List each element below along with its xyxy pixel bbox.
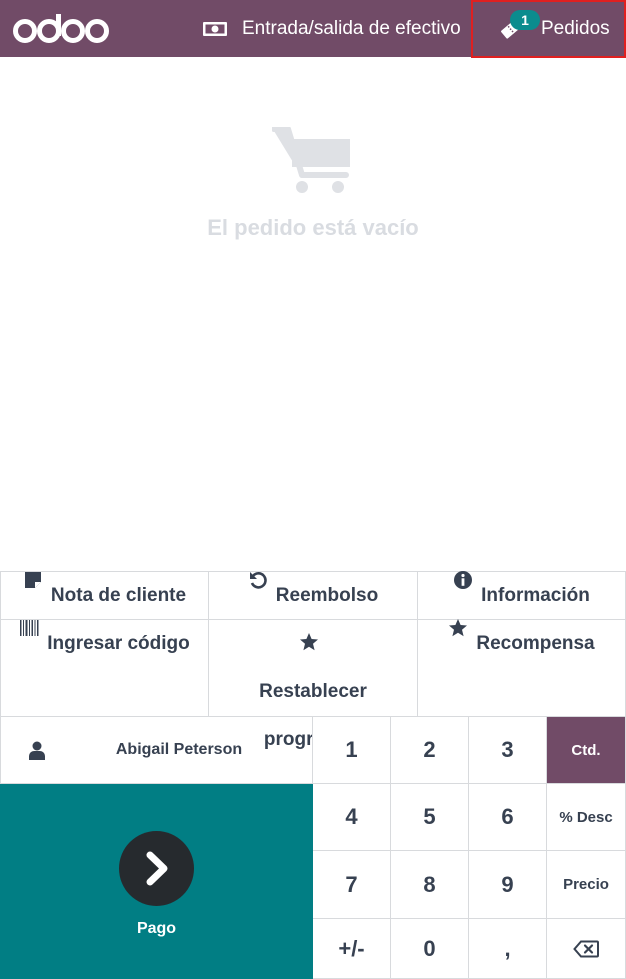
reward-label: Recompensa xyxy=(476,633,595,654)
order-panel: El pedido está vacío xyxy=(0,57,626,571)
numpad-key-0[interactable]: 0 xyxy=(391,919,469,979)
numpad-key-2[interactable]: 2 xyxy=(391,716,469,784)
numpad-mode-quantity[interactable]: Ctd. xyxy=(547,716,626,784)
undo-icon xyxy=(249,572,267,589)
odoo-logo xyxy=(13,14,109,43)
numpad-key-5[interactable]: 5 xyxy=(391,784,469,851)
orders-button[interactable]: 1 Pedidos xyxy=(471,0,626,58)
payment-circle xyxy=(119,831,194,906)
customer-name: Abigail Peterson xyxy=(115,741,243,758)
sticky-note-icon xyxy=(24,572,41,588)
numpad-key-3[interactable]: 3 xyxy=(469,716,547,784)
payment-button[interactable]: Pago xyxy=(0,784,313,979)
customer-note-button[interactable]: Nota de cliente xyxy=(0,572,209,620)
numpad-mode-price[interactable]: Precio xyxy=(547,851,626,919)
numpad-key-7[interactable]: 7 xyxy=(313,851,391,919)
info-circle-icon xyxy=(454,571,473,589)
shopping-cart-icon xyxy=(272,127,350,193)
backspace-icon xyxy=(573,940,599,957)
numpad-key-comma[interactable]: , xyxy=(469,919,547,979)
refund-button[interactable]: Reembolso xyxy=(209,572,418,620)
empty-order-message: El pedido está vacío xyxy=(207,215,419,240)
enter-code-label: Ingresar código xyxy=(47,633,190,654)
customer-button[interactable]: Abigail Peterson xyxy=(0,716,313,784)
barcode-icon xyxy=(20,620,39,636)
control-buttons: Nota de cliente Reembolso Información In… xyxy=(0,571,626,750)
info-button[interactable]: Información xyxy=(418,571,626,620)
money-icon xyxy=(203,21,227,36)
user-icon xyxy=(29,741,45,760)
star-icon xyxy=(300,632,318,651)
orders-label: Pedidos xyxy=(541,18,610,39)
reset-programs-button[interactable]: Restablecer programas xyxy=(209,620,418,750)
reward-button[interactable]: Recompensa xyxy=(418,619,626,717)
chevron-right-icon xyxy=(146,851,168,886)
cash-in-out-button[interactable]: Entrada/salida de efectivo xyxy=(196,0,461,57)
cash-in-out-label: Entrada/salida de efectivo xyxy=(242,17,461,39)
payment-label: Pago xyxy=(136,920,177,937)
numpad-key-9[interactable]: 9 xyxy=(469,851,547,919)
numpad-key-8[interactable]: 8 xyxy=(391,851,469,919)
numpad-key-plus-minus[interactable]: +/- xyxy=(313,919,391,979)
star-icon xyxy=(449,619,468,637)
refund-label: Reembolso xyxy=(275,585,379,606)
numpad-key-4[interactable]: 4 xyxy=(313,784,391,851)
numpad: 1 2 3 Ctd. 4 5 6 % Desc 7 8 9 Precio +/-… xyxy=(313,716,626,979)
numpad-key-6[interactable]: 6 xyxy=(469,784,547,851)
info-label: Información xyxy=(481,585,590,606)
numpad-backspace-button[interactable] xyxy=(547,919,626,979)
enter-code-button[interactable]: Ingresar código xyxy=(0,620,209,717)
top-navbar: Entrada/salida de efectivo 1 Pedidos xyxy=(0,0,626,58)
orders-count-badge: 1 xyxy=(510,10,540,30)
customer-note-label: Nota de cliente xyxy=(50,585,187,606)
numpad-key-1[interactable]: 1 xyxy=(313,716,391,784)
numpad-mode-discount[interactable]: % Desc xyxy=(547,784,626,851)
